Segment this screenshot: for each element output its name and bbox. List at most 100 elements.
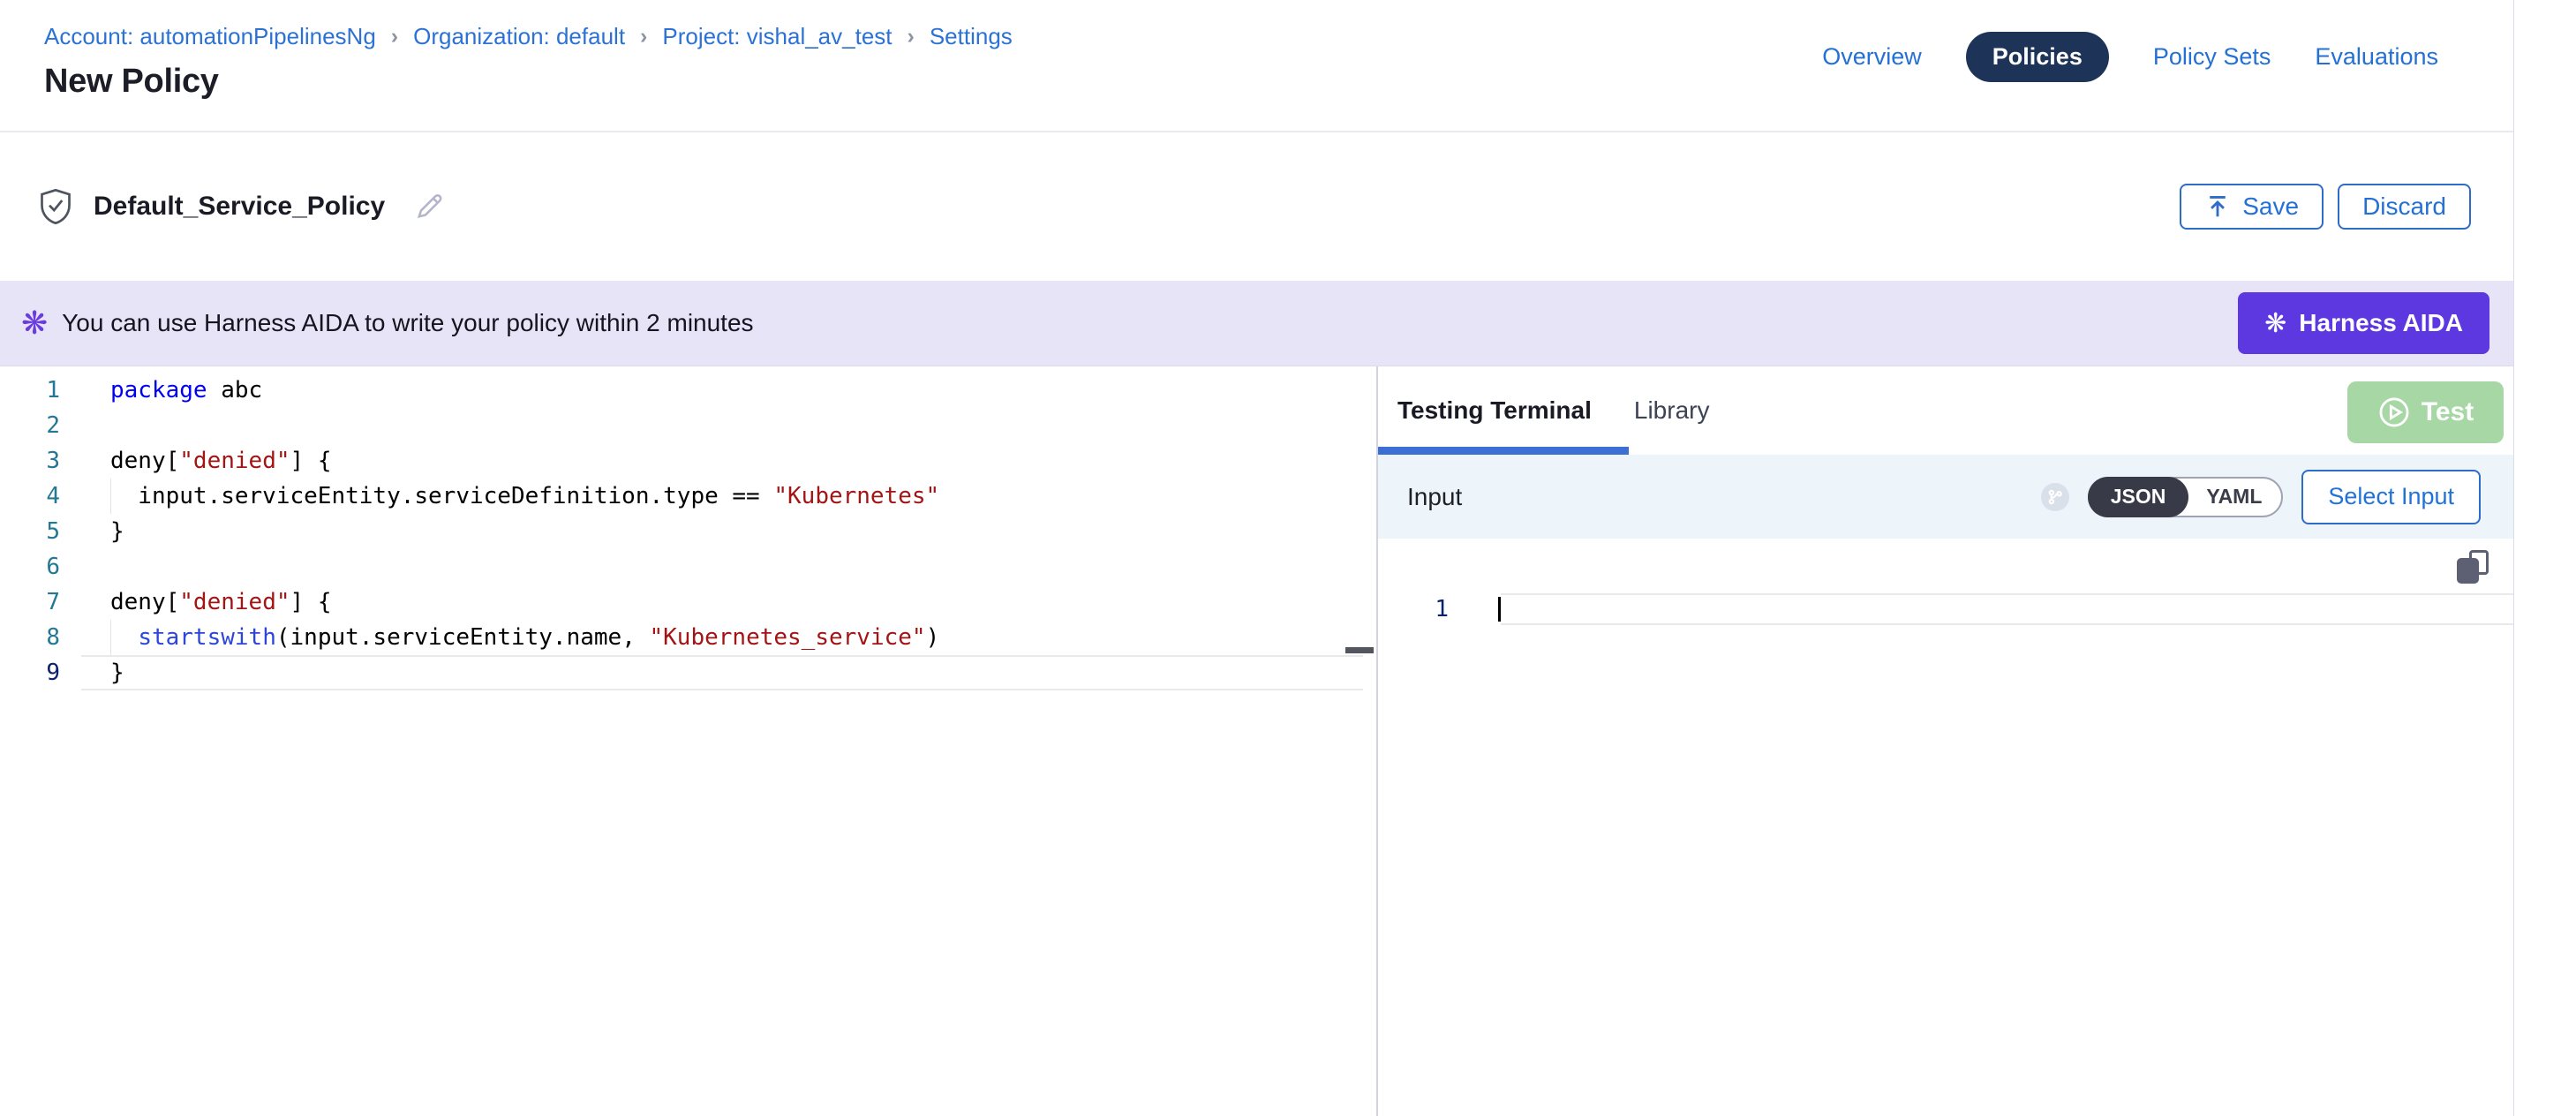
line-number: 3 <box>0 443 81 479</box>
indent-guide <box>110 620 111 655</box>
code-segment: ) <box>926 624 940 651</box>
page: Account: automationPipelinesNg › Organizat… <box>0 0 2576 1116</box>
input-controls: JSON YAML Select Input <box>2041 470 2481 524</box>
line-number: 7 <box>0 584 81 620</box>
indent-guide <box>110 479 111 514</box>
code-line[interactable]: 8 startswith(input.serviceEntity.name, "… <box>0 620 1376 655</box>
line-number: 2 <box>0 408 81 443</box>
code-segment: "Kubernetes" <box>773 483 939 509</box>
policy-actions: Save Discard <box>2180 184 2471 230</box>
line-number: 9 <box>0 655 81 690</box>
code-segment: "denied" <box>179 589 290 615</box>
branch-icon <box>2041 483 2069 511</box>
nav-tab-evaluations[interactable]: Evaluations <box>2315 43 2438 71</box>
save-button[interactable]: Save <box>2180 184 2324 230</box>
code-segment: input.serviceEntity.serviceDefinition.ty… <box>110 483 773 509</box>
line-content: deny["denied"] { <box>81 584 1363 620</box>
code-segment: (input.serviceEntity.name, <box>276 624 650 651</box>
code-segment: "denied" <box>179 448 290 474</box>
input-bar: Input JSON YAML Se <box>1378 455 2513 539</box>
harness-aida-button[interactable]: ❋ Harness AIDA <box>2238 292 2489 354</box>
edit-name-icon[interactable] <box>413 191 445 222</box>
copy-icon[interactable] <box>2457 550 2489 584</box>
code-segment: "Kubernetes_service" <box>650 624 926 651</box>
policy-code-lines: 1package abc23deny["denied"] {4 input.se… <box>0 373 1376 690</box>
code-line[interactable]: 9} <box>0 655 1376 690</box>
shield-check-icon <box>39 188 72 225</box>
main-split: 1package abc23deny["denied"] {4 input.se… <box>0 366 2513 1116</box>
code-line[interactable]: 6 <box>0 549 1376 584</box>
upload-icon <box>2204 193 2231 220</box>
policy-bar: Default_Service_Policy Save <box>0 132 2513 281</box>
format-option-json[interactable]: JSON <box>2088 477 2189 517</box>
select-input-button[interactable]: Select Input <box>2301 470 2481 524</box>
breadcrumb-item[interactable]: Account: automationPipelinesNg <box>44 23 376 50</box>
line-number: 6 <box>0 549 81 584</box>
aida-banner: ❋ You can use Harness AIDA to write your… <box>0 281 2513 366</box>
input-editor-line[interactable]: 1 <box>1378 593 2513 625</box>
input-line-content[interactable] <box>1501 593 2513 625</box>
code-segment: abc <box>207 377 263 403</box>
line-content <box>81 549 1363 584</box>
play-circle-icon <box>2377 396 2411 429</box>
app-header: Account: automationPipelinesNg › Organizat… <box>0 0 2513 132</box>
line-number: 4 <box>0 479 81 514</box>
aida-flower-icon: ❋ <box>2264 308 2286 339</box>
code-segment: startswith <box>138 624 276 651</box>
line-number: 5 <box>0 514 81 549</box>
breadcrumb-item[interactable]: Organization: default <box>413 23 625 50</box>
code-line[interactable]: 7deny["denied"] { <box>0 584 1376 620</box>
aida-flower-icon: ❋ <box>21 307 48 339</box>
policy-identity: Default_Service_Policy <box>39 188 445 225</box>
save-label: Save <box>2242 192 2299 221</box>
nav-tab-policy-sets[interactable]: Policy Sets <box>2153 43 2271 71</box>
code-segment <box>110 624 138 651</box>
format-toggle[interactable]: JSON YAML <box>2088 477 2284 517</box>
code-line[interactable]: 4 input.serviceEntity.serviceDefinition.… <box>0 479 1376 514</box>
code-segment: deny[ <box>110 448 179 474</box>
code-line[interactable]: 1package abc <box>0 373 1376 408</box>
nav-tab-policies[interactable]: Policies <box>1966 32 2109 82</box>
line-content <box>81 408 1363 443</box>
nav-tab-overview[interactable]: Overview <box>1822 43 1922 71</box>
input-line-number: 1 <box>1413 593 1449 625</box>
code-segment: deny[ <box>110 589 179 615</box>
test-button[interactable]: Test <box>2347 381 2504 443</box>
line-content: input.serviceEntity.serviceDefinition.ty… <box>81 479 1363 514</box>
active-tab-underline <box>1378 447 1629 455</box>
terminal-tab-bar: Testing Terminal Library Test <box>1378 366 2513 455</box>
breadcrumb-item[interactable]: Settings <box>930 23 1013 50</box>
line-number: 8 <box>0 620 81 655</box>
discard-button[interactable]: Discard <box>2338 184 2471 230</box>
text-cursor <box>1498 597 1501 622</box>
input-editor[interactable]: 1 <box>1378 539 2513 1116</box>
breadcrumb-separator-icon: › <box>908 24 915 49</box>
tab-testing-terminal[interactable]: Testing Terminal <box>1397 396 1592 425</box>
tab-library[interactable]: Library <box>1634 396 1710 425</box>
nav-tabs: Overview Policies Policy Sets Evaluations <box>1822 32 2438 82</box>
policy-code-editor[interactable]: 1package abc23deny["denied"] {4 input.se… <box>0 366 1378 1116</box>
aida-banner-message: You can use Harness AIDA to write your p… <box>62 309 753 337</box>
discard-label: Discard <box>2362 192 2446 221</box>
code-line[interactable]: 5} <box>0 514 1376 549</box>
code-line[interactable]: 3deny["denied"] { <box>0 443 1376 479</box>
line-content: } <box>81 655 1363 690</box>
line-content: } <box>81 514 1363 549</box>
code-segment: ] { <box>290 448 332 474</box>
code-segment: } <box>110 660 124 686</box>
testing-panel: Testing Terminal Library Test Input <box>1378 366 2513 1116</box>
breadcrumb-item[interactable]: Project: vishal_av_test <box>662 23 892 50</box>
code-line[interactable]: 2 <box>0 408 1376 443</box>
format-option-yaml[interactable]: YAML <box>2187 479 2281 516</box>
aida-button-label: Harness AIDA <box>2299 309 2463 337</box>
policy-app: Account: automationPipelinesNg › Organizat… <box>0 0 2514 1116</box>
code-segment: } <box>110 518 124 545</box>
test-button-label: Test <box>2422 397 2474 427</box>
terminal-tabs: Testing Terminal Library <box>1397 396 1709 425</box>
select-input-label: Select Input <box>2328 483 2454 510</box>
input-label: Input <box>1407 483 1462 511</box>
line-content: deny["denied"] { <box>81 443 1363 479</box>
line-content: startswith(input.serviceEntity.name, "Ku… <box>81 620 1363 655</box>
line-number: 1 <box>0 373 81 408</box>
overview-ruler-cursor-marker <box>1345 647 1374 653</box>
